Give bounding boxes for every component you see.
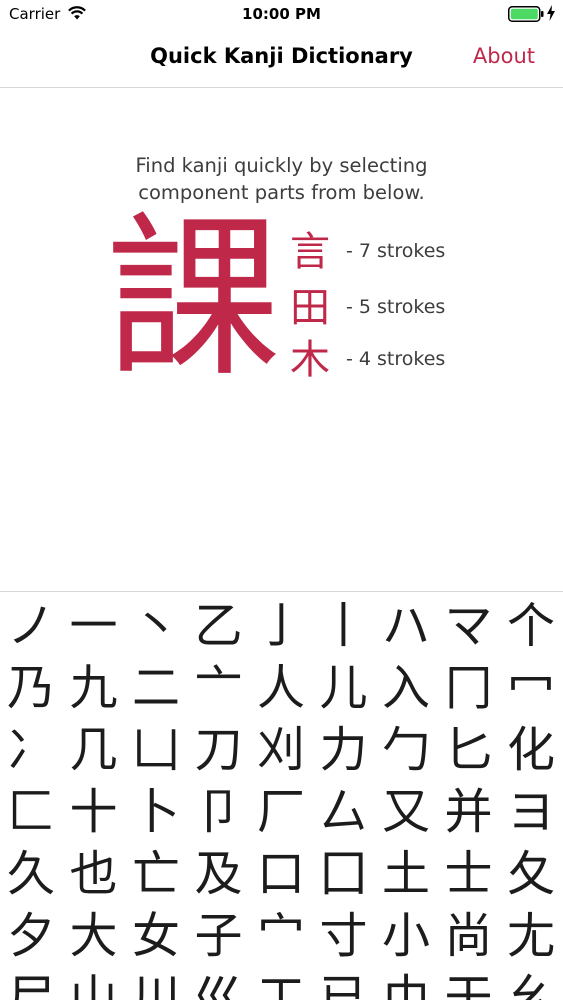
radical-cell[interactable]: 卜: [125, 781, 187, 843]
component-row: 言 - 7 strokes: [290, 230, 490, 280]
battery-icon: [508, 6, 544, 22]
component-strokes: - 4 strokes: [346, 348, 446, 370]
example-kanji: 課: [106, 198, 281, 401]
radical-cell[interactable]: 干: [438, 967, 500, 1000]
radical-cell[interactable]: 入: [375, 657, 437, 719]
radical-cell[interactable]: 冖: [500, 657, 562, 719]
radical-grid[interactable]: ノ一丶乙亅丨ハマ个乃九二亠人儿入冂冖冫几凵刀刈力勹匕化匚十卜卩厂厶又并ヨ久也亡及…: [0, 592, 563, 1000]
radical-cell[interactable]: 幺: [500, 967, 562, 1000]
instruction-line-2: component parts from below.: [138, 181, 425, 204]
about-button[interactable]: About: [473, 44, 535, 68]
radical-cell[interactable]: 几: [63, 719, 125, 781]
status-bar: Carrier 10:00 PM: [0, 0, 563, 30]
radical-cell[interactable]: 宀: [250, 905, 312, 967]
radical-cell[interactable]: 一: [63, 595, 125, 657]
radical-cell[interactable]: 巛: [188, 967, 250, 1000]
radical-cell[interactable]: 刈: [250, 719, 312, 781]
radical-cell[interactable]: 巾: [375, 967, 437, 1000]
radical-cell[interactable]: 十: [63, 781, 125, 843]
radical-cell[interactable]: 士: [438, 843, 500, 905]
component-row: 田 - 5 strokes: [290, 286, 490, 336]
navigation-bar: Quick Kanji Dictionary About: [0, 30, 563, 88]
radical-cell[interactable]: 囗: [313, 843, 375, 905]
radical-cell[interactable]: 丨: [313, 595, 375, 657]
radical-cell[interactable]: 土: [375, 843, 437, 905]
radical-cell[interactable]: 厶: [313, 781, 375, 843]
radical-cell[interactable]: 乃: [0, 657, 62, 719]
radical-cell[interactable]: 化: [500, 719, 562, 781]
radical-cell[interactable]: 亅: [250, 595, 312, 657]
radical-cell[interactable]: 亡: [125, 843, 187, 905]
radical-cell[interactable]: 刀: [188, 719, 250, 781]
radical-cell[interactable]: 尢: [500, 905, 562, 967]
radical-cell[interactable]: 也: [63, 843, 125, 905]
radical-cell[interactable]: 卩: [188, 781, 250, 843]
radical-cell[interactable]: 工: [250, 967, 312, 1000]
component-row: 木 - 4 strokes: [290, 338, 490, 388]
radical-cell[interactable]: 并: [438, 781, 500, 843]
radical-cell[interactable]: 川: [125, 967, 187, 1000]
status-time: 10:00 PM: [242, 5, 321, 23]
component-char: 言: [290, 229, 330, 275]
component-strokes: - 7 strokes: [346, 240, 446, 262]
radical-cell[interactable]: マ: [438, 595, 500, 657]
radical-cell[interactable]: 匚: [0, 781, 62, 843]
radical-cell[interactable]: 匕: [438, 719, 500, 781]
radical-cell[interactable]: 九: [63, 657, 125, 719]
radical-cell[interactable]: 力: [313, 719, 375, 781]
radical-cell[interactable]: 亠: [188, 657, 250, 719]
component-char: 木: [290, 337, 330, 383]
radical-cell[interactable]: 尚: [438, 905, 500, 967]
radical-cell[interactable]: 丶: [125, 595, 187, 657]
component-strokes: - 5 strokes: [346, 296, 446, 318]
radical-cell[interactable]: 儿: [313, 657, 375, 719]
radical-cell[interactable]: 女: [125, 905, 187, 967]
radical-cell[interactable]: 勹: [375, 719, 437, 781]
radical-cell[interactable]: ヨ: [500, 781, 562, 843]
radical-cell[interactable]: 二: [125, 657, 187, 719]
radical-cell[interactable]: 及: [188, 843, 250, 905]
radical-cell[interactable]: 冫: [0, 719, 62, 781]
radical-cell[interactable]: ノ: [0, 595, 62, 657]
radical-cell[interactable]: 尸: [0, 967, 62, 1000]
radical-cell[interactable]: 又: [375, 781, 437, 843]
radical-cell[interactable]: 已: [313, 967, 375, 1000]
radical-cell[interactable]: 乙: [188, 595, 250, 657]
radical-cell[interactable]: 夂: [500, 843, 562, 905]
radical-cell[interactable]: 夕: [0, 905, 62, 967]
radical-cell[interactable]: 人: [250, 657, 312, 719]
instruction-line-1: Find kanji quickly by selecting: [135, 154, 428, 177]
radical-cell[interactable]: 凵: [125, 719, 187, 781]
radical-cell[interactable]: 久: [0, 843, 62, 905]
radical-cell[interactable]: 个: [500, 595, 562, 657]
radical-cell[interactable]: 小: [375, 905, 437, 967]
radical-cell[interactable]: ハ: [375, 595, 437, 657]
radical-cell[interactable]: 口: [250, 843, 312, 905]
component-char: 田: [290, 285, 330, 331]
charging-bolt-icon: [547, 5, 555, 21]
radical-cell[interactable]: 大: [63, 905, 125, 967]
radical-cell[interactable]: 冂: [438, 657, 500, 719]
radical-cell[interactable]: 山: [63, 967, 125, 1000]
radical-cell[interactable]: 厂: [250, 781, 312, 843]
radical-cell[interactable]: 子: [188, 905, 250, 967]
instruction-text: Find kanji quickly by selecting componen…: [0, 152, 563, 206]
radical-cell[interactable]: 寸: [313, 905, 375, 967]
